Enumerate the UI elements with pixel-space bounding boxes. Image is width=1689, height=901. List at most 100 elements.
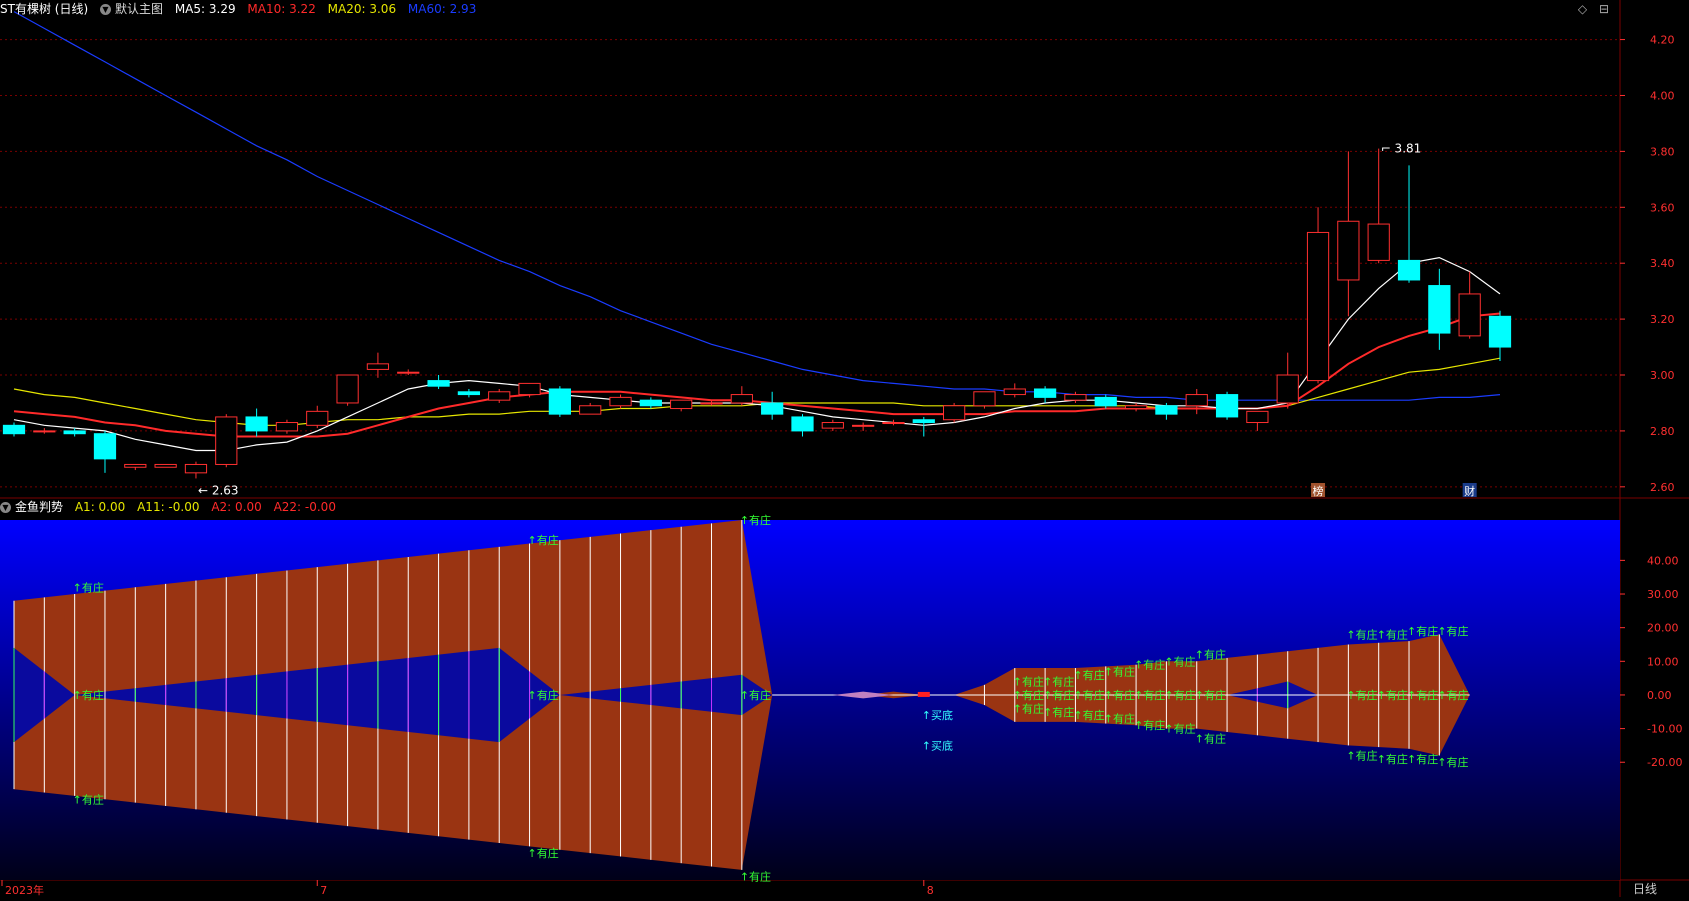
signal-youzhuang: ↑有庄	[1195, 648, 1226, 662]
period-label[interactable]: 日线	[1633, 880, 1657, 897]
candle-body	[852, 424, 875, 427]
y-tick-label: 2.60	[1650, 481, 1675, 494]
signal-youzhuang: ↑有庄	[73, 688, 104, 702]
event-marker: 财	[1464, 484, 1475, 498]
indicator-y-tick: 10.00	[1647, 655, 1679, 668]
diamond-icon[interactable]: ◇	[1578, 2, 1587, 16]
candle-body	[1428, 285, 1451, 334]
candle	[154, 463, 177, 468]
candle-body	[670, 399, 693, 410]
signal-youzhuang: ↑有庄	[1043, 688, 1074, 702]
candle-body	[366, 363, 390, 370]
candle-body	[275, 422, 299, 432]
ma60-label: MA60: 2.93	[407, 2, 477, 16]
a2-label: A2: 0.00	[211, 500, 262, 514]
signal-youzhuang: ↑有庄	[1104, 688, 1135, 702]
candle-body	[457, 391, 481, 396]
signal-youzhuang: ↑有庄	[1164, 654, 1195, 668]
signal-youzhuang: ↑有庄	[1195, 688, 1226, 702]
chart-window[interactable]: 4.20 4.00 3.80 3.60 3.40 3.20 3.00 2.80 2.60 ⌐ 3.…	[0, 0, 1689, 897]
candle	[973, 391, 996, 409]
candle-body	[1033, 388, 1057, 398]
signal-youzhuang: ↑有庄	[1073, 668, 1104, 682]
signal-youzhuang: ↑有庄	[1377, 752, 1408, 766]
candle-body	[63, 430, 86, 435]
signal-youzhuang: ↑有庄	[1043, 674, 1074, 688]
candle	[1306, 207, 1330, 384]
candle	[1215, 391, 1239, 420]
collapse-icon[interactable]: ⊟	[1599, 2, 1609, 16]
stock-name[interactable]: ST有棵树 (日线)	[0, 2, 88, 16]
candle-body	[700, 402, 723, 405]
dropdown-icon[interactable]: ▼	[99, 4, 111, 15]
signal-youzhuang: ↑有庄	[1195, 732, 1226, 746]
signal-maidi: ↑买底	[922, 708, 953, 722]
signal-youzhuang: ↑有庄	[1073, 708, 1104, 722]
indicator-name[interactable]: 金鱼判势	[15, 500, 63, 514]
candle-body	[93, 433, 117, 460]
signal-youzhuang: ↑有庄	[1437, 755, 1468, 769]
candle-body	[518, 382, 541, 396]
candle-body	[306, 410, 329, 426]
indicator-y-tick: 40.00	[1647, 554, 1679, 567]
candle-body	[1124, 405, 1148, 410]
signal-youzhuang: ↑有庄	[1134, 688, 1165, 702]
signal-youzhuang: ↑有庄	[1346, 627, 1377, 641]
candle	[215, 414, 238, 468]
a1-label: A1: 0.00	[74, 500, 126, 514]
signal-youzhuang: ↑有庄	[740, 513, 771, 527]
candle-body	[1367, 223, 1390, 261]
signal-youzhuang: ↑有庄	[73, 792, 104, 806]
candle-body	[639, 399, 662, 407]
candle-body	[882, 422, 905, 425]
signal-youzhuang: ↑有庄	[1437, 688, 1468, 702]
a11-label: A11: -0.00	[137, 500, 200, 514]
candle-body	[548, 388, 571, 415]
y-tick-label: 4.00	[1650, 89, 1675, 102]
candle	[548, 386, 571, 417]
signal-youzhuang: ↑有庄	[1407, 624, 1438, 638]
candle-body	[1155, 405, 1178, 415]
signal-youzhuang: ↑有庄	[1134, 718, 1165, 732]
candle-body	[1094, 396, 1117, 407]
candle-body	[184, 463, 208, 474]
candle-body	[761, 402, 784, 415]
ma20-label: MA20: 3.06	[327, 2, 397, 16]
a22-label: A22: -0.00	[273, 500, 336, 514]
candle-body	[1276, 374, 1299, 404]
dropdown-icon[interactable]: ▼	[0, 502, 11, 513]
candle-body	[427, 380, 450, 387]
event-marker: 榜	[1313, 484, 1324, 498]
signal-youzhuang: ↑有庄	[1013, 674, 1044, 688]
candle-body	[1003, 388, 1026, 396]
signal-youzhuang: ↑有庄	[73, 580, 104, 594]
signal-youzhuang: ↑有庄	[1407, 688, 1438, 702]
signal-youzhuang: ↑有庄	[1013, 701, 1044, 715]
indicator-y-tick: 30.00	[1647, 588, 1679, 601]
signal-youzhuang: ↑有庄	[1437, 624, 1468, 638]
signal-youzhuang: ↑有庄	[528, 846, 559, 860]
candle-body	[730, 394, 753, 404]
signal-youzhuang: ↑有庄	[528, 688, 559, 702]
signal-youzhuang: ↑有庄	[740, 688, 771, 702]
x-axis-label: 2023年	[5, 883, 44, 897]
candle-body	[124, 463, 147, 468]
candle-body	[943, 405, 966, 421]
signal-maidi: ↑买底	[922, 738, 953, 752]
candle-body	[488, 391, 511, 401]
candle-body	[609, 396, 632, 407]
y-tick-label: 2.80	[1650, 425, 1675, 438]
y-tick-label: 3.80	[1650, 145, 1675, 158]
signal-youzhuang: ↑有庄	[1013, 688, 1044, 702]
signal-youzhuang: ↑有庄	[1346, 749, 1377, 763]
candle-body	[791, 416, 814, 432]
candle-body	[821, 422, 844, 429]
x-axis-label: 7	[320, 884, 327, 897]
window-controls: ◇ ⊟	[1570, 2, 1609, 16]
candle-body	[33, 430, 56, 433]
candle-body	[1397, 259, 1421, 281]
candle-body	[215, 416, 238, 465]
indicator-y-tick: -20.00	[1647, 756, 1682, 769]
chart-canvas[interactable]: 4.20 4.00 3.80 3.60 3.40 3.20 3.00 2.80 2.60 ⌐ 3.…	[0, 0, 1689, 897]
template-name[interactable]: 默认主图	[115, 2, 163, 16]
